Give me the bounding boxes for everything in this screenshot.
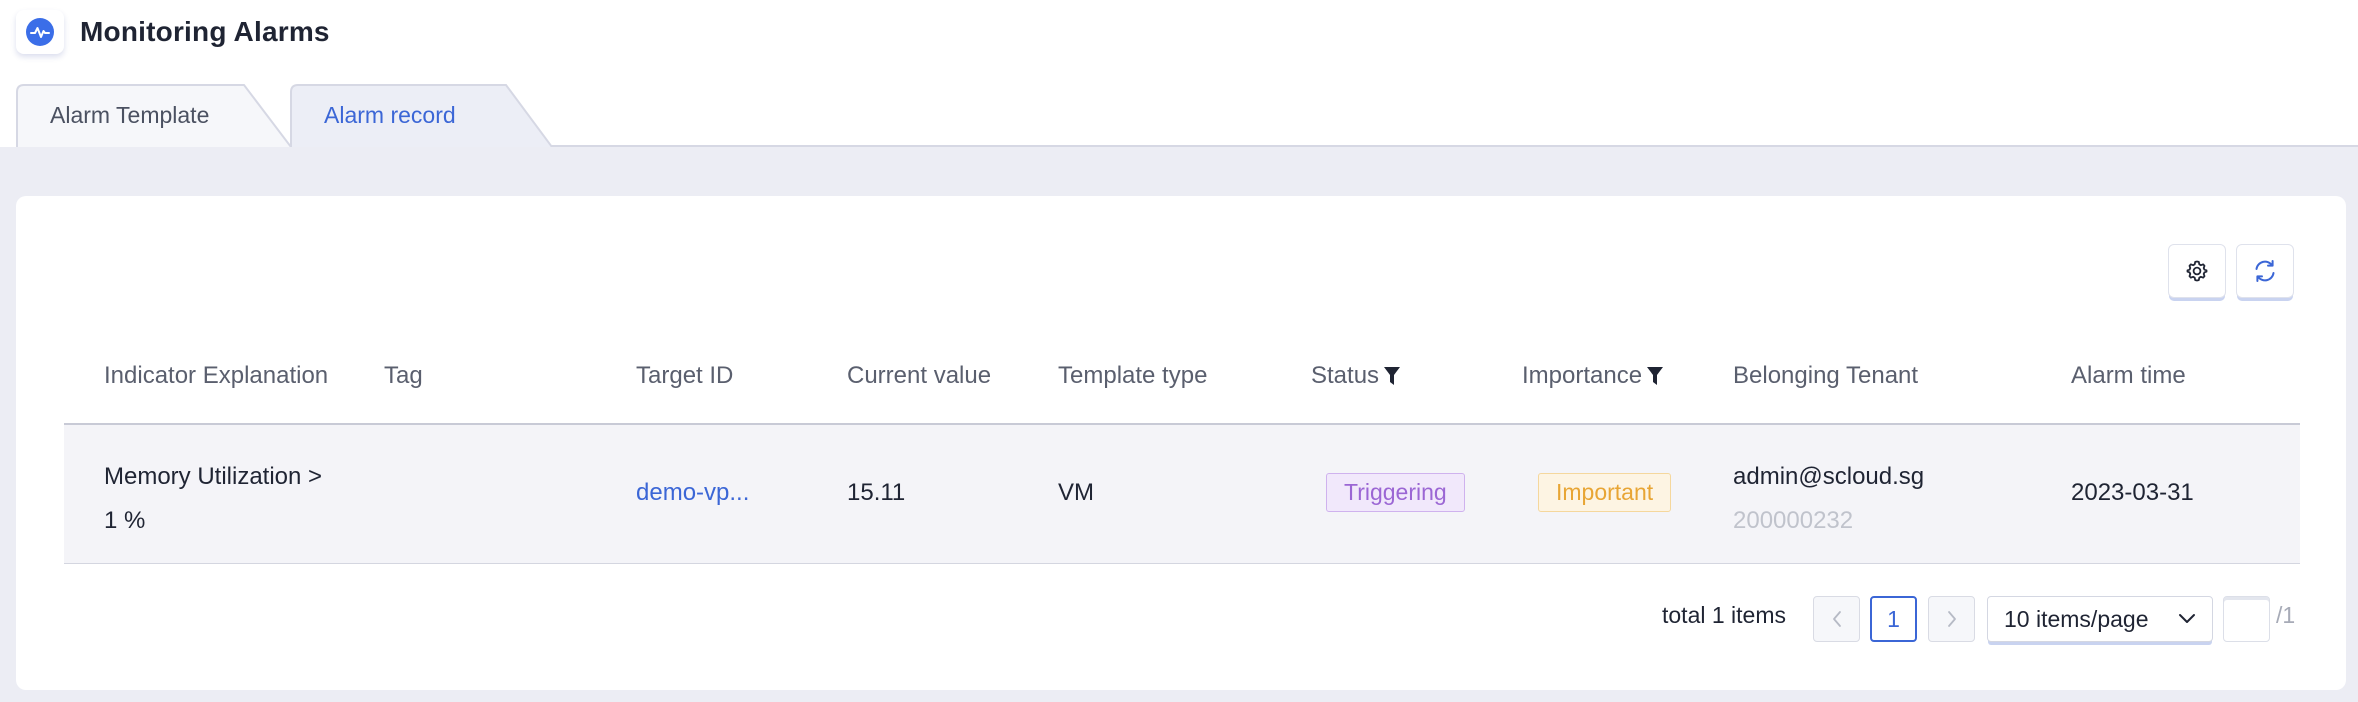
column-header-tenant: Belonging Tenant xyxy=(1733,362,1919,389)
page-size-select[interactable]: 10 items/page xyxy=(1987,596,2213,642)
column-header-label: Status xyxy=(1311,362,1380,389)
indicator-cell: Memory Utilization > 1 % xyxy=(104,455,322,543)
alarm-record-panel: Indicator Explanation Tag Target ID Curr… xyxy=(16,196,2346,690)
table-header: Indicator Explanation Tag Target ID Curr… xyxy=(64,326,2300,425)
settings-button[interactable] xyxy=(2168,244,2226,298)
column-header-indicator: Indicator Explanation xyxy=(104,362,329,389)
page-number-current[interactable]: 1 xyxy=(1870,596,1917,642)
template-type-cell: VM xyxy=(1058,479,1094,506)
filter-icon[interactable] xyxy=(1383,365,1401,387)
alarm-table: Indicator Explanation Tag Target ID Curr… xyxy=(64,326,2300,564)
alarm-time-cell: 2023-03-31 xyxy=(2071,479,2194,506)
column-header-status[interactable]: Status xyxy=(1311,362,1401,390)
page-size-value: 10 items/page xyxy=(2004,605,2149,632)
tenant-name: admin@scloud.sg xyxy=(1733,463,1925,490)
tenant-cell: admin@scloud.sg 200000232 xyxy=(1733,455,1924,543)
tab-label: Alarm Template xyxy=(50,102,210,128)
tab-label: Alarm record xyxy=(324,102,456,128)
refresh-button[interactable] xyxy=(2236,244,2294,298)
column-header-template-type: Template type xyxy=(1058,362,1208,389)
header: Monitoring Alarms Alarm Template Alarm r… xyxy=(0,0,2358,147)
column-header-current-value: Current value xyxy=(847,362,992,389)
current-value-cell: 15.11 xyxy=(847,479,906,506)
column-header-label: Importance xyxy=(1522,362,1643,389)
importance-badge: Important xyxy=(1538,473,1672,512)
column-header-alarm-time: Alarm time xyxy=(2071,362,2186,389)
total-items: total 1 items xyxy=(1662,602,1786,628)
refresh-icon xyxy=(2255,260,2275,282)
prev-page-button[interactable] xyxy=(1813,596,1860,642)
status-badge: Triggering xyxy=(1326,473,1465,512)
indicator-line: Memory Utilization > xyxy=(104,463,323,490)
chevron-down-icon xyxy=(2179,614,2195,623)
column-header-importance[interactable]: Importance xyxy=(1522,362,1664,390)
chevron-right-icon xyxy=(1947,611,1956,627)
chevron-left-icon xyxy=(1832,611,1841,627)
tab-alarm-template[interactable]: Alarm Template xyxy=(16,84,291,147)
page-title: Monitoring Alarms xyxy=(80,16,330,47)
tab-bar: Alarm Template Alarm record xyxy=(16,84,2358,147)
filter-icon[interactable] xyxy=(1646,365,1664,387)
tab-alarm-record[interactable]: Alarm record xyxy=(290,84,552,147)
target-id-link[interactable]: demo-vp... xyxy=(636,479,749,507)
tenant-id: 200000232 xyxy=(1733,507,1854,534)
activity-icon xyxy=(16,10,64,54)
indicator-line: 1 % xyxy=(104,507,146,534)
table-row: Memory Utilization > 1 % demo-vp... 15.1… xyxy=(64,425,2300,564)
page-jump-input[interactable] xyxy=(2223,596,2270,642)
gear-icon xyxy=(2186,260,2208,282)
next-page-button[interactable] xyxy=(1928,596,1975,642)
page-count: /1 xyxy=(2276,602,2296,628)
column-header-target-id: Target ID xyxy=(636,362,734,389)
column-header-tag: Tag xyxy=(384,362,423,389)
